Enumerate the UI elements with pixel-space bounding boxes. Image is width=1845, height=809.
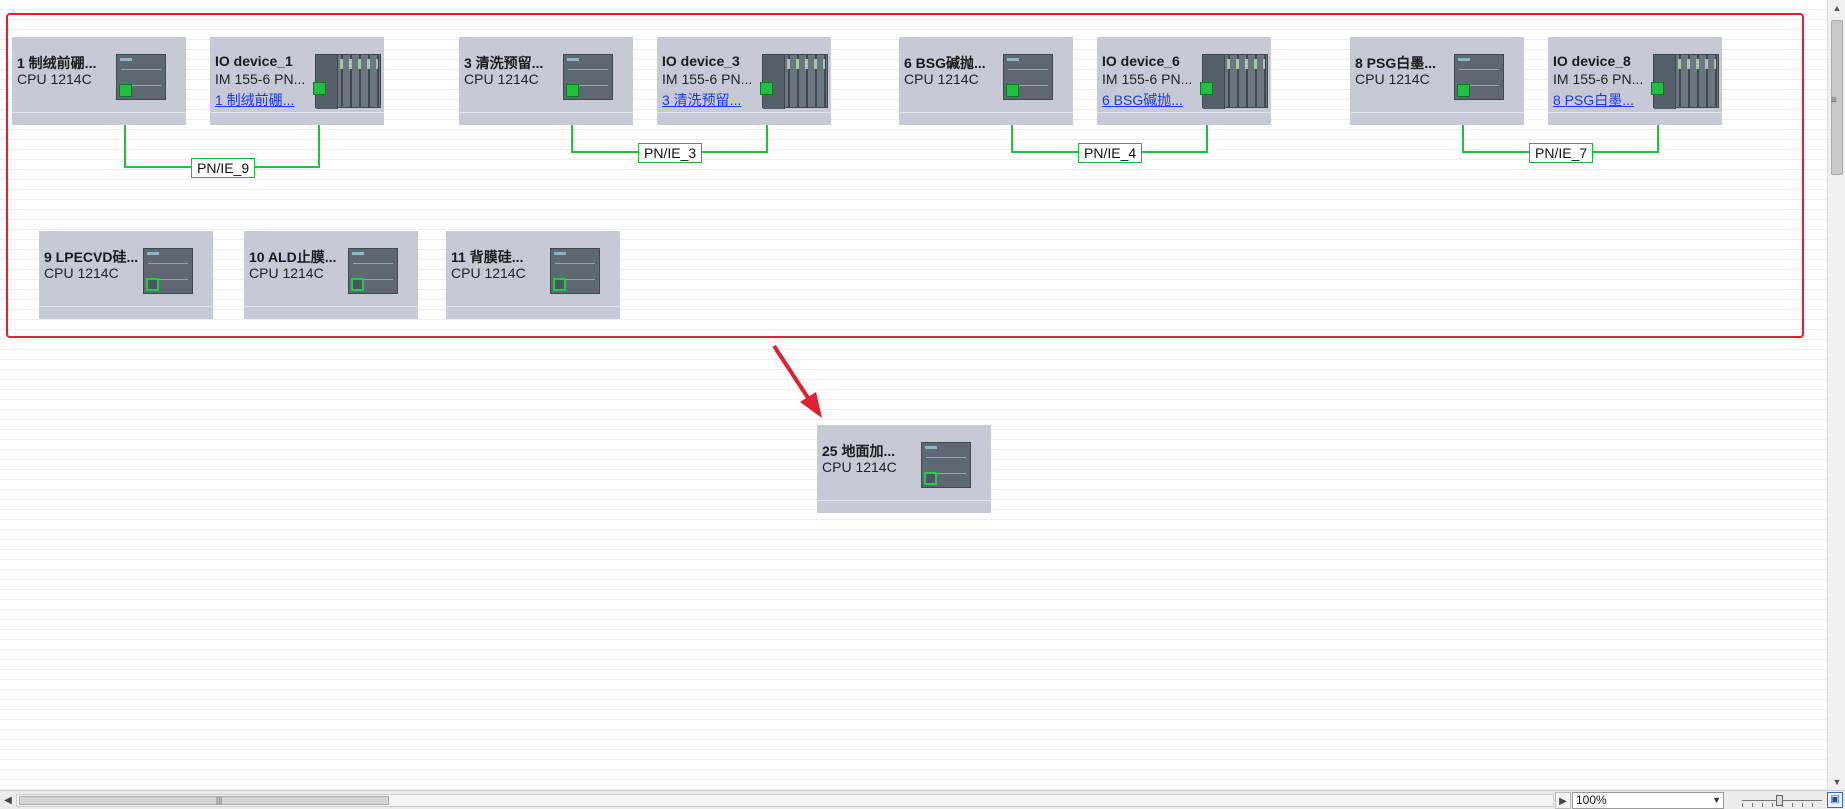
highlight-box bbox=[6, 13, 1804, 338]
profinet-port-icon[interactable] bbox=[924, 472, 937, 485]
scroll-down-icon[interactable]: ▼ bbox=[1828, 774, 1845, 790]
grip-icon: ||| bbox=[216, 796, 223, 805]
scroll-right-icon[interactable]: ▶ bbox=[1555, 792, 1571, 809]
device-plc-25[interactable]: 25 地面加... CPU 1214C bbox=[817, 425, 991, 513]
zoom-level-value: 100% bbox=[1576, 793, 1607, 807]
horizontal-scrollbar[interactable]: ||| bbox=[16, 794, 1554, 807]
chevron-down-icon: ▼ bbox=[1712, 795, 1721, 805]
horizontal-scroll-thumb[interactable]: ||| bbox=[19, 796, 389, 805]
zoom-slider[interactable] bbox=[1742, 793, 1822, 808]
scroll-up-icon[interactable]: ▲ bbox=[1828, 0, 1845, 16]
zoom-to-fit-icon[interactable]: ▣ bbox=[1827, 792, 1843, 808]
red-arrow-icon bbox=[772, 344, 822, 418]
view-statusbar: ◀ ||| ▶ 100% ▼ ▣ bbox=[0, 790, 1845, 809]
vertical-scrollbar[interactable]: ▲ ≡ ▼ bbox=[1827, 0, 1845, 790]
device-name: 25 地面加... bbox=[822, 443, 896, 459]
zoom-level-select[interactable]: 100% ▼ bbox=[1572, 792, 1724, 809]
zoom-slider-knob[interactable] bbox=[1776, 795, 1783, 806]
device-rack-bar bbox=[817, 500, 991, 501]
overview-menu-icon[interactable]: ≡ bbox=[1831, 95, 1837, 106]
device-type: CPU 1214C bbox=[822, 459, 897, 475]
network-view-canvas[interactable]: 1 制绒前硼... CPU 1214C IO device_1 IM 155-6… bbox=[0, 0, 1827, 790]
scroll-left-icon[interactable]: ◀ bbox=[0, 792, 16, 809]
